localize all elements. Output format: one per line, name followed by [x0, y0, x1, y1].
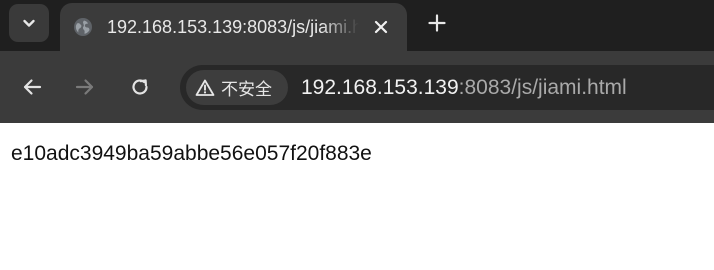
active-tab[interactable]: 192.168.153.139:8083/js/jiami.html	[60, 3, 407, 51]
warning-triangle-icon	[195, 79, 215, 96]
plus-icon	[428, 14, 446, 32]
reload-button[interactable]	[122, 69, 158, 105]
globe-icon	[72, 16, 94, 38]
reload-icon	[132, 79, 148, 95]
address-bar[interactable]: 不安全 192.168.153.139:8083/js/jiami.html	[180, 65, 714, 110]
url-path: :8083/js/jiami.html	[458, 76, 627, 99]
tab-title: 192.168.153.139:8083/js/jiami.html	[107, 16, 359, 37]
navigation-toolbar: 不安全 192.168.153.139:8083/js/jiami.html	[0, 51, 714, 123]
tab-strip: 192.168.153.139:8083/js/jiami.html	[0, 0, 714, 51]
security-indicator[interactable]: 不安全	[186, 70, 288, 105]
md5-hash-text: e10adc3949ba59abbe56e057f20f883e	[11, 142, 372, 165]
url-text[interactable]: 192.168.153.139:8083/js/jiami.html	[301, 75, 627, 100]
forward-button[interactable]	[67, 69, 103, 105]
page-content: e10adc3949ba59abbe56e057f20f883e	[0, 123, 714, 270]
tab-search-button[interactable]	[9, 4, 49, 42]
chevron-down-icon	[23, 19, 35, 27]
url-host: 192.168.153.139	[301, 76, 459, 99]
new-tab-button[interactable]	[421, 7, 453, 39]
arrow-left-icon	[23, 79, 42, 95]
close-tab-button[interactable]	[366, 12, 396, 42]
arrow-right-icon	[75, 79, 94, 95]
security-label: 不安全	[221, 80, 272, 99]
close-icon	[374, 20, 388, 34]
back-button[interactable]	[14, 69, 50, 105]
